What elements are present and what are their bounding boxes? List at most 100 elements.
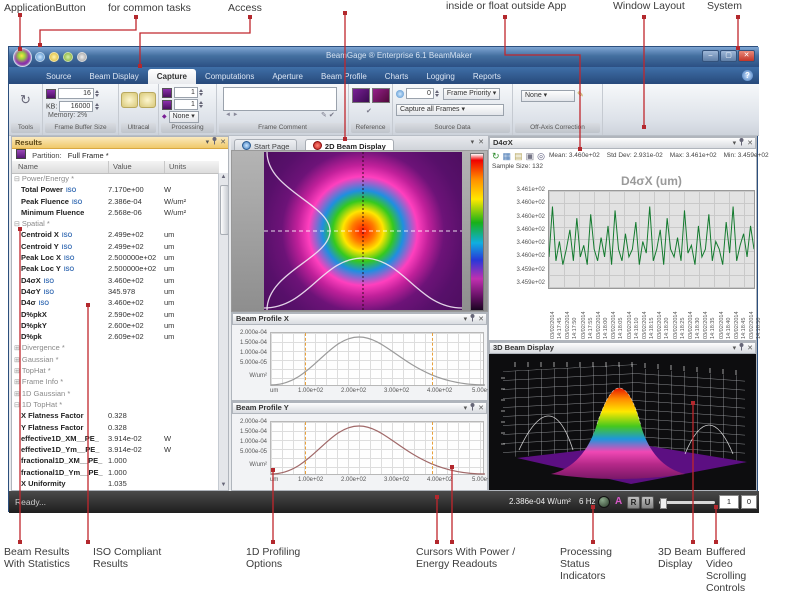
cursor-line-right[interactable] [432,422,433,474]
frame-number-stepper[interactable]: 1 [719,495,739,509]
pin-icon[interactable] [739,138,744,146]
chevron-down-icon[interactable]: ▾ [471,138,475,146]
cursor-line-left[interactable] [305,333,306,385]
minimize-button[interactable]: – [702,50,719,62]
kb-input[interactable]: 16000 [59,101,93,112]
frame-offset-stepper[interactable]: 0 [741,495,757,509]
cursor-line-left[interactable] [305,422,306,474]
tab-source[interactable]: Source [37,69,80,84]
chevron-down-icon[interactable]: ▾ [464,314,468,325]
tools-icon[interactable]: ↻ [20,92,31,108]
chevron-down-icon[interactable]: ▾ [206,137,210,148]
chart-icon[interactable]: ▦ [503,151,512,161]
table-row[interactable]: X Flatness Factor 0.328 [12,410,219,421]
table-row[interactable]: effective1D_Ym__PE_ 3.914e-02 W [12,444,219,455]
d4-trend-plot[interactable] [548,190,755,289]
table-row[interactable]: Total PowerISO 7.170e+00 W [12,184,219,195]
average-input[interactable]: 1 [174,87,198,98]
close-icon[interactable]: ✕ [478,403,484,414]
print-icon[interactable]: ▣ [526,151,535,161]
tab-beam-display[interactable]: Beam Display [80,69,147,84]
table-row[interactable]: D4σYISO 345.978 um [12,286,219,297]
tab-charts[interactable]: Charts [376,69,418,84]
results-section-collapsed[interactable]: ⊞Gaussian * [12,354,219,365]
table-row[interactable]: Y Flatness Factor 0.328 [12,422,219,433]
toolbar-icon-4[interactable] [77,52,87,62]
profile-x-plot[interactable] [270,332,484,386]
maximize-button[interactable]: ▢ [720,50,737,62]
summing-stepper[interactable] [198,98,205,111]
frame-scroll-slider[interactable] [659,501,715,504]
next-frame-icon[interactable]: ► [233,112,239,118]
table-row[interactable]: fractional1D_XM__PE_ 1.000 [12,455,219,466]
close-icon[interactable]: ✕ [747,343,753,354]
grid-icon[interactable]: ▤ [514,151,523,161]
table-row[interactable]: Peak Loc XISO 2.500000e+02 um [12,252,219,263]
pin-icon[interactable] [739,343,744,351]
pin-icon[interactable] [212,137,217,145]
toolbar-icon-3[interactable] [63,52,73,62]
group-label-source-data[interactable]: Source Data [395,123,510,133]
results-section-collapsed[interactable]: ⊞TopHat * [12,365,219,376]
ultracal-icon[interactable] [121,92,138,108]
autox-icon[interactable] [139,92,156,108]
results-section-spatial[interactable]: ⊟Spatial * [12,218,219,229]
results-section-collapsed[interactable]: ⊞Frame Info * [12,376,219,387]
scrollbar-thumb[interactable] [220,185,229,235]
results-panel-header[interactable]: Results ▾ ✕ [12,137,228,149]
indicator-u[interactable]: U [641,496,654,509]
summing-input[interactable]: 1 [174,99,198,110]
table-row[interactable]: Peak FluenceISO 2.386e-04 W/um² [12,196,219,207]
toolbar-icon-2[interactable] [49,52,59,62]
color-scale-bar[interactable] [470,153,484,311]
help-icon[interactable]: ? [742,70,753,81]
3d-display-header[interactable]: 3D Beam Display ▾ ✕ [489,342,756,354]
collapse-icon[interactable]: ⊟ [14,402,20,409]
results-section-collapsed[interactable]: ⊞Divergence * [12,342,219,353]
close-icon[interactable]: ✕ [220,137,226,148]
table-row[interactable]: effective1D_XM__PE_ 3.914e-02 W [12,433,219,444]
close-icon[interactable]: ✕ [478,314,484,325]
profile-y-plot[interactable] [270,421,484,475]
group-label-ultracal[interactable]: Ultracal [121,123,156,133]
capture-mode-dropdown[interactable]: Capture all Frames ▾ [396,104,504,116]
table-row[interactable]: Centroid YISO 2.499e+02 um [12,241,219,252]
table-row[interactable]: D%pkX 2.590e+02 um [12,309,219,320]
group-label-tools[interactable]: Tools [11,123,40,133]
processing-mode-dropdown[interactable]: None ▾ [169,111,199,123]
group-label-frame-comment[interactable]: Frame Comment [219,123,346,133]
2d-beam-display[interactable] [231,150,488,312]
prev-frame-icon[interactable]: ◄ [225,112,231,118]
pin-icon[interactable] [470,314,475,322]
collapse-icon[interactable]: ⊟ [14,221,20,228]
frame-count-stepper[interactable] [434,87,441,100]
tab-aperture[interactable]: Aperture [263,69,312,84]
results-section-collapsed[interactable]: ⊞1D Gaussian * [12,388,219,399]
table-row[interactable]: D%pk 2.609e+02 um [12,331,219,342]
group-label-reference[interactable]: Reference [351,123,390,133]
group-label-off-axis[interactable]: Off-Axis Correction [515,123,600,133]
scroll-up-icon[interactable]: ▲ [219,173,228,182]
apply-comment-icon[interactable]: ✔ [329,112,335,119]
table-row[interactable]: Centroid XISO 2.499e+02 um [12,229,219,240]
close-icon[interactable]: ✕ [747,138,753,149]
chevron-down-icon[interactable]: ▾ [733,343,737,354]
frame-priority-dropdown[interactable]: Frame Priority ▾ [443,88,500,100]
pin-icon[interactable] [470,403,475,411]
chevron-down-icon[interactable]: ▾ [464,403,468,414]
off-axis-dropdown[interactable]: None ▾ [521,90,575,102]
tab-computations[interactable]: Computations [196,69,263,84]
scroll-down-icon[interactable]: ▼ [219,481,228,490]
close-icon[interactable]: ✕ [478,138,484,146]
beam-image[interactable] [264,152,462,310]
results-section-tophat[interactable]: ⊟1D TopHat * [12,399,219,410]
magnifier-icon[interactable]: ◎ [537,151,545,161]
tab-capture[interactable]: Capture [148,69,196,84]
close-button[interactable]: ✕ [738,50,755,62]
collapse-icon[interactable]: ⊟ [14,176,20,183]
off-axis-edit-icon[interactable]: ✎ [577,90,584,99]
cursor-line-right[interactable] [432,333,433,385]
group-label-processing[interactable]: Processing [161,123,214,133]
table-row[interactable]: D4σISO 3.460e+02 um [12,297,219,308]
column-name[interactable]: Name [18,161,38,173]
